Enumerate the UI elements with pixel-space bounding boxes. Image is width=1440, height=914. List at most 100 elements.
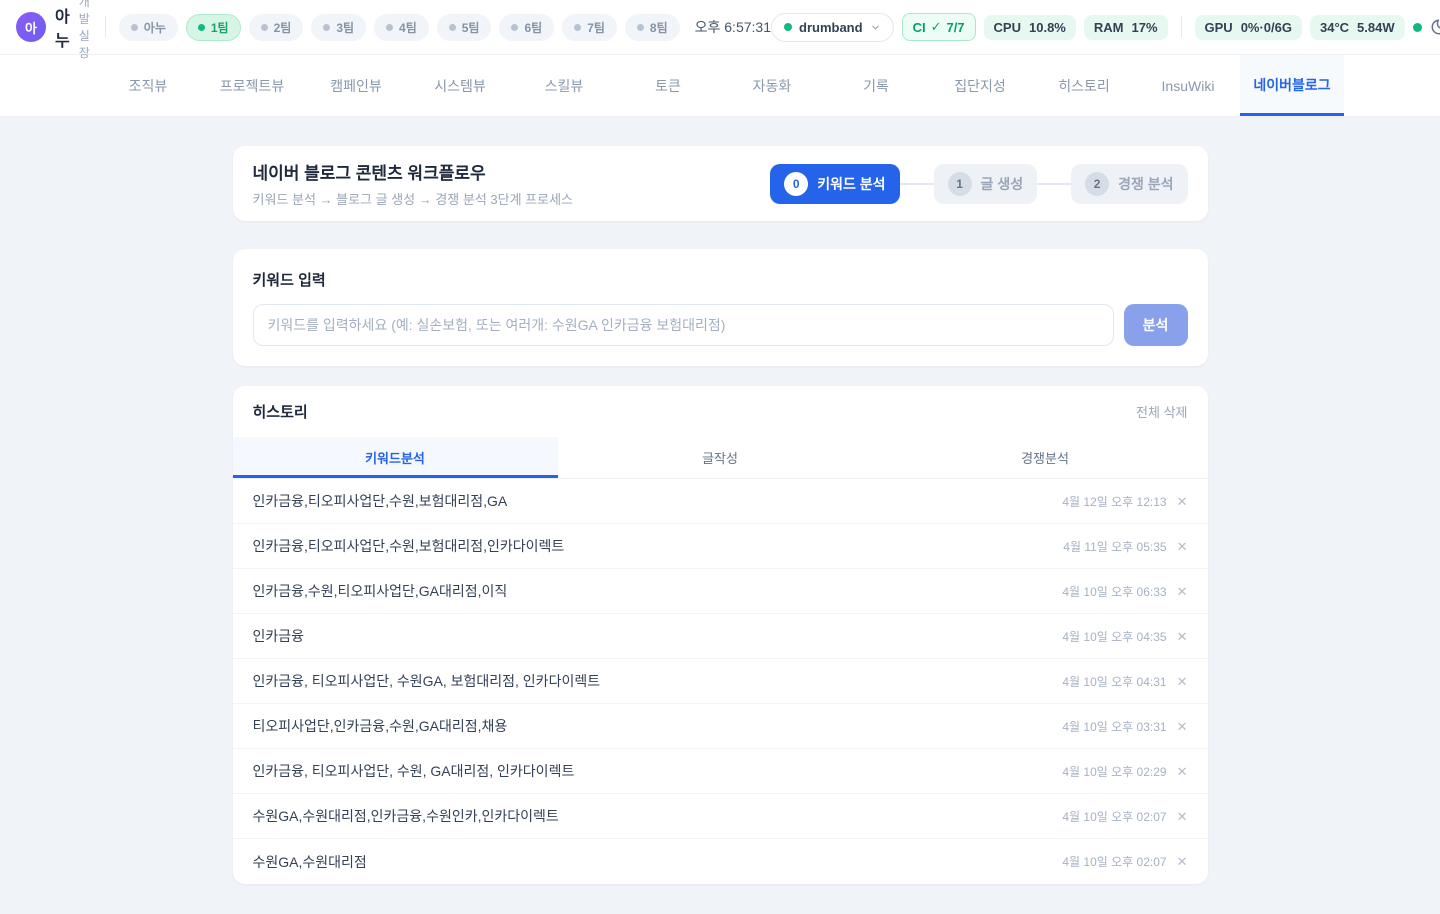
- avatar[interactable]: 아: [16, 12, 46, 42]
- history-timestamp: 4월 10일 오후 03:31: [1062, 718, 1166, 735]
- nav-tab[interactable]: 기록: [824, 55, 928, 116]
- workflow-steps: 0키워드 분석 1글 생성 2경쟁 분석: [770, 164, 1187, 204]
- team-pill[interactable]: 2팀: [249, 14, 304, 41]
- nav-tab[interactable]: 자동화: [720, 55, 824, 116]
- nav-tab-label: 프로젝트뷰: [220, 76, 284, 96]
- nav-tab[interactable]: 스킬뷰: [512, 55, 616, 116]
- team-status-dot: [511, 24, 518, 31]
- history-row[interactable]: 티오피사업단,인카금융,수원,GA대리점,채용4월 10일 오후 03:31✕: [233, 704, 1208, 749]
- history-row-meta: 4월 10일 오후 02:07 ✕: [1062, 808, 1187, 825]
- workflow-step[interactable]: 1글 생성: [934, 164, 1038, 204]
- nav-tab[interactable]: 토큰: [616, 55, 720, 116]
- history-row[interactable]: 수원GA,수원대리점4월 10일 오후 02:07✕: [233, 839, 1208, 884]
- close-icon[interactable]: ✕: [1177, 540, 1188, 553]
- history-header: 히스토리 전체 삭제: [233, 386, 1208, 437]
- history-row[interactable]: 인카금융,수원,티오피사업단,GA대리점,이직 4월 10일 오후 06:33✕: [233, 569, 1208, 614]
- step-connector: [1037, 183, 1071, 185]
- history-keywords: 인카금융,티오피사업단,수원,보험대리점,인카다이렉트: [253, 536, 565, 556]
- project-status-dot: [784, 23, 792, 31]
- nav-tabs: 조직뷰 프로젝트뷰 캠페인뷰 시스템뷰 스킬뷰토큰자동화기록집단지성히스토리InsuWi…: [0, 55, 1440, 117]
- top-bar-right: drumband CI ✓ 7/7 CPU 10.8% RAM 17% GPU …: [771, 12, 1440, 43]
- close-icon[interactable]: ✕: [1177, 855, 1188, 868]
- check-icon: ✓: [931, 19, 942, 35]
- top-bar-left: 아 아누 개발실장 아누1팀2팀3팀4팀5팀6팀7팀8팀 오후 6:57:31: [16, 0, 771, 61]
- workflow-step[interactable]: 0키워드 분석: [770, 164, 899, 204]
- team-pill[interactable]: 7팀: [562, 14, 617, 41]
- chevron-down-icon: [870, 22, 881, 33]
- history-row-meta: 4월 10일 오후 02:29✕: [1062, 763, 1187, 780]
- history-title: 히스토리: [253, 401, 308, 422]
- team-pill-label: 4팀: [399, 19, 417, 36]
- nav-tab[interactable]: 네이버블로그: [1240, 55, 1344, 116]
- divider: [1181, 16, 1182, 38]
- step-label: 글 생성: [981, 174, 1024, 194]
- team-status-dot: [386, 24, 393, 31]
- history-timestamp: 4월 11일 오후 05:35: [1063, 538, 1166, 555]
- history-row[interactable]: 인카금융,티오피사업단,수원,보험대리점,인카다이렉트 4월 11일 오후 05:…: [233, 524, 1208, 569]
- close-icon[interactable]: ✕: [1177, 675, 1188, 688]
- project-select[interactable]: drumband: [771, 13, 894, 42]
- history-keywords: 인카금융,수원,티오피사업단,GA대리점,이직: [253, 581, 508, 601]
- analyze-button[interactable]: 분석: [1124, 304, 1188, 346]
- history-row[interactable]: 인카금융4월 10일 오후 04:35✕: [233, 614, 1208, 659]
- history-row[interactable]: 인카금융, 티오피사업단, 수원, GA대리점, 인카다이렉트4월 10일 오후…: [233, 749, 1208, 794]
- moon-icon[interactable]: [1430, 18, 1440, 36]
- team-pill[interactable]: 아누: [119, 14, 178, 41]
- team-pill-label: 8팀: [650, 19, 668, 36]
- history-row-meta: 4월 10일 오후 04:31✕: [1062, 673, 1187, 690]
- team-pill[interactable]: 4팀: [374, 14, 429, 41]
- step-number: 0: [784, 172, 808, 196]
- close-icon[interactable]: ✕: [1177, 720, 1188, 733]
- nav-tab[interactable]: 조직뷰: [96, 55, 200, 116]
- team-pill-label: 7팀: [587, 19, 605, 36]
- user-role: 개발실장: [79, 0, 91, 61]
- close-icon[interactable]: ✕: [1177, 495, 1188, 508]
- power-value: 5.84W: [1357, 20, 1395, 35]
- close-icon[interactable]: ✕: [1177, 630, 1188, 643]
- close-icon[interactable]: ✕: [1177, 765, 1188, 778]
- team-pill[interactable]: 6팀: [499, 14, 554, 41]
- gpu-value: 0%·0/6G: [1241, 20, 1292, 35]
- cpu-label: CPU: [994, 20, 1021, 35]
- team-status-dot: [261, 24, 268, 31]
- user-name: 아누: [55, 3, 70, 51]
- history-row[interactable]: 수원GA,수원대리점,인카금융,수원인카,인카다이렉트4월 10일 오후 02:…: [233, 794, 1208, 839]
- workflow-title: 네이버 블로그 콘텐츠 워크플로우: [253, 159, 574, 184]
- close-icon[interactable]: ✕: [1177, 585, 1188, 598]
- project-select-value: drumband: [799, 20, 863, 35]
- team-pill-label: 3팀: [336, 19, 354, 36]
- team-pill-label: 2팀: [274, 19, 292, 36]
- clear-all-button[interactable]: 전체 삭제: [1136, 402, 1187, 421]
- nav-tab[interactable]: InsuWiki: [1136, 55, 1240, 116]
- keyword-input-card: 키워드 입력 분석: [233, 249, 1208, 366]
- workflow-step[interactable]: 2경쟁 분석: [1071, 164, 1187, 204]
- nav-tab-label: 조직뷰: [129, 76, 168, 96]
- history-timestamp: 4월 12일 오후 12:13: [1062, 493, 1166, 510]
- history-timestamp: 4월 10일 오후 02:07: [1062, 808, 1166, 825]
- history-row[interactable]: 인카금융,티오피사업단,수원,보험대리점,GA4월 12일 오후 12:13✕: [233, 479, 1208, 524]
- step-connector: [900, 183, 934, 185]
- nav-tab[interactable]: 프로젝트뷰: [200, 55, 304, 116]
- online-status-dot: [1413, 23, 1422, 32]
- workflow-subtitle: 키워드 분석 → 블로그 글 생성 → 경쟁 분석 3단계 프로세스: [253, 189, 574, 208]
- team-pill[interactable]: 1팀: [186, 14, 241, 41]
- history-tab[interactable]: 글작성: [558, 437, 883, 478]
- nav-tab-label: 시스템뷰: [434, 76, 486, 96]
- close-icon[interactable]: ✕: [1177, 810, 1188, 823]
- history-tab[interactable]: 키워드분석: [233, 437, 558, 478]
- nav-tab[interactable]: 시스템뷰: [408, 55, 512, 116]
- content-container: 네이버 블로그 콘텐츠 워크플로우 키워드 분석 → 블로그 글 생성 → 경쟁…: [233, 146, 1208, 884]
- team-pill[interactable]: 3팀: [311, 14, 366, 41]
- keyword-input[interactable]: [253, 304, 1114, 346]
- nav-tab[interactable]: 집단지성: [928, 55, 1032, 116]
- team-status-dot: [449, 24, 456, 31]
- history-row-meta: 4월 10일 오후 06:33✕: [1062, 583, 1187, 600]
- team-pill[interactable]: 8팀: [625, 14, 680, 41]
- ram-value: 17%: [1131, 20, 1157, 35]
- team-pill[interactable]: 5팀: [437, 14, 492, 41]
- history-tab[interactable]: 경쟁분석: [883, 437, 1208, 478]
- nav-tab[interactable]: 캠페인뷰: [304, 55, 408, 116]
- history-row[interactable]: 인카금융, 티오피사업단, 수원GA, 보험대리점, 인카다이렉트4월 10일 …: [233, 659, 1208, 704]
- gpu-badge: GPU 0%·0/6G: [1195, 15, 1302, 40]
- nav-tab[interactable]: 히스토리: [1032, 55, 1136, 116]
